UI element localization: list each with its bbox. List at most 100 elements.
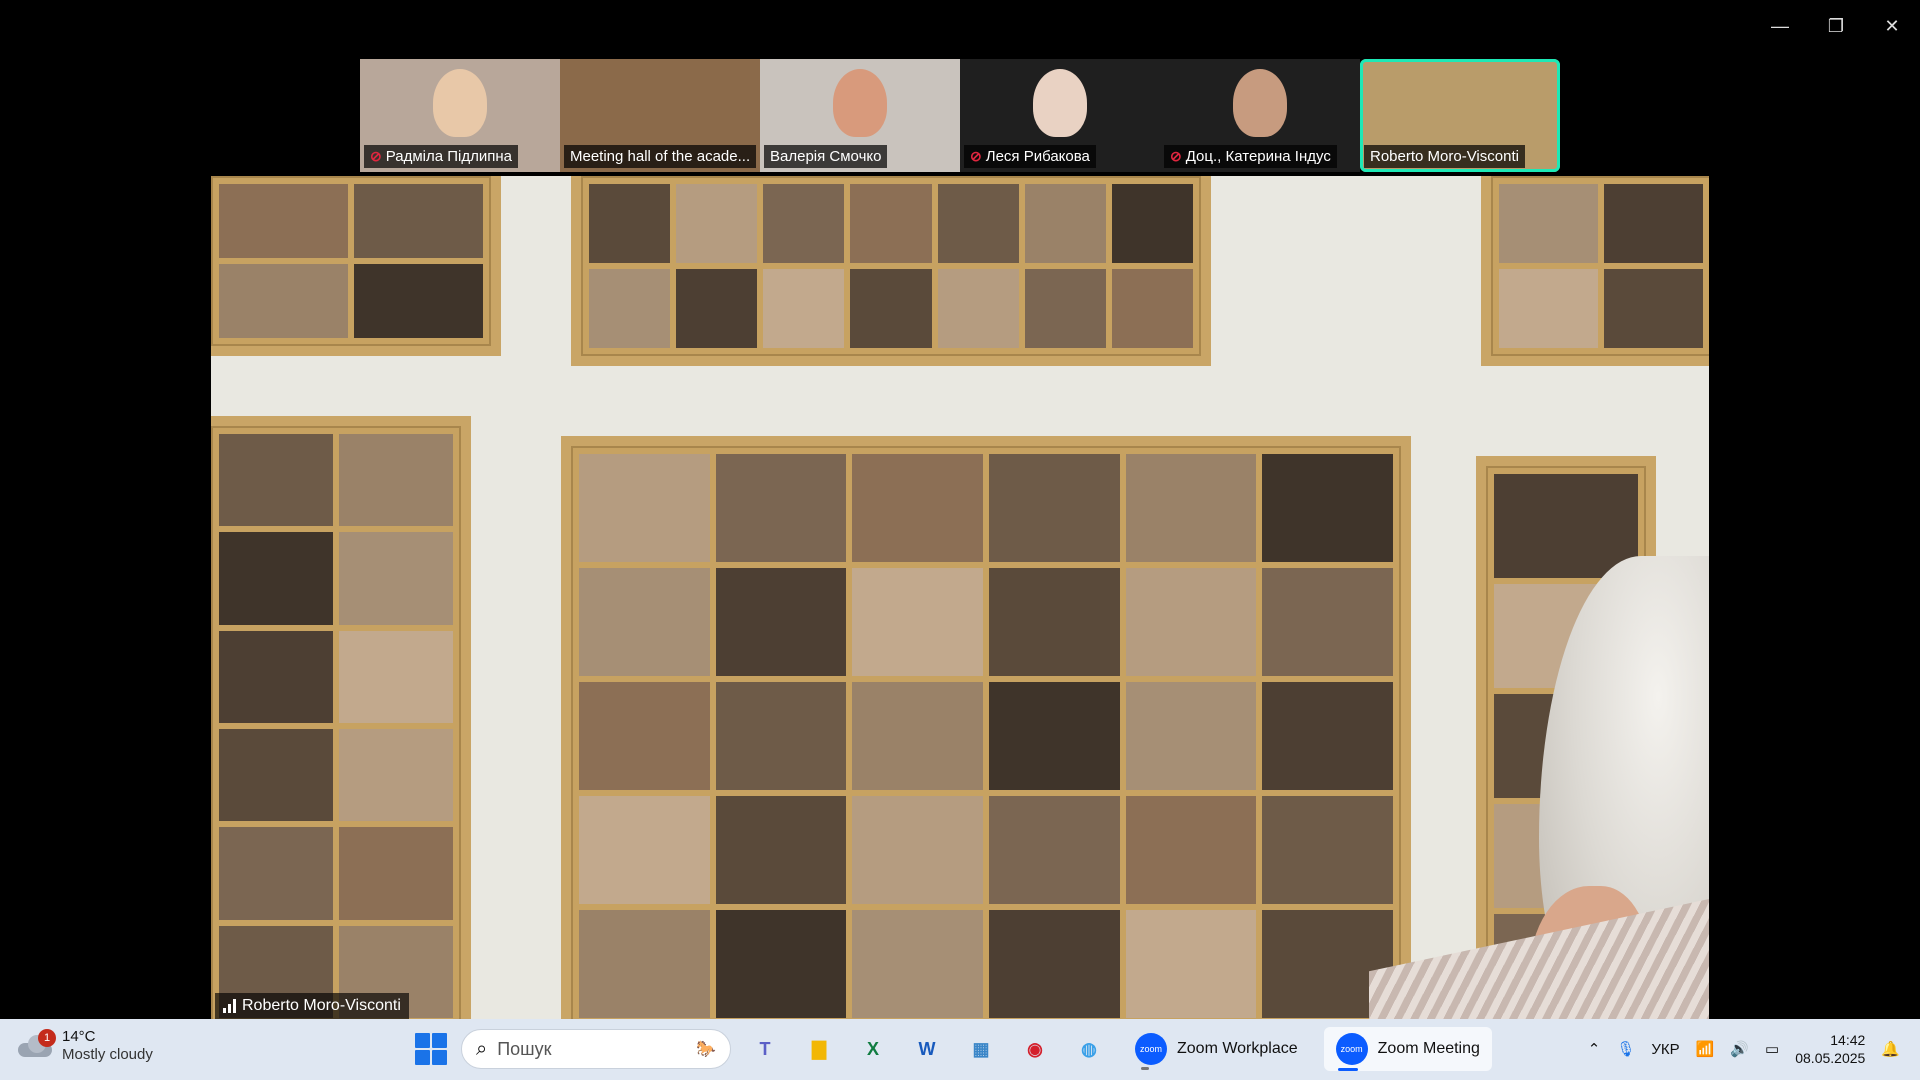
participant-tile[interactable]: ⊘ Радміла Підлипна (360, 59, 560, 172)
photo (852, 910, 983, 1018)
participant-tile[interactable]: Валерія Смочко (760, 59, 960, 172)
photo (579, 910, 710, 1018)
control-panel-icon[interactable]: ▦ (961, 1029, 1001, 1069)
photo (354, 184, 483, 258)
clock[interactable]: 14:42 08.05.2025 (1795, 1031, 1865, 1067)
photo (589, 184, 671, 263)
photo (937, 184, 1019, 263)
photo (219, 264, 348, 338)
photo (219, 532, 333, 625)
photo (989, 682, 1120, 790)
word-icon[interactable]: W (907, 1029, 947, 1069)
participant-tile[interactable]: ⊘ Доц., Катерина Індус (1160, 59, 1360, 172)
photo (579, 454, 710, 562)
volume-icon[interactable]: 🔊 (1730, 1040, 1749, 1058)
photo (579, 682, 710, 790)
participant-video (1033, 69, 1087, 137)
zoom-workplace-button[interactable]: zoom Zoom Workplace (1123, 1027, 1310, 1071)
close-button[interactable]: ✕ (1864, 0, 1920, 52)
photo (1125, 682, 1257, 790)
paint-icon[interactable]: ◍ (1069, 1029, 1109, 1069)
battery-icon[interactable]: ▭ (1765, 1040, 1779, 1058)
photo (1111, 184, 1193, 263)
photo (715, 568, 847, 676)
close-icon: ✕ (1884, 15, 1900, 36)
participant-name: Roberto Moro-Visconti (1370, 148, 1519, 165)
zoom-meeting-button[interactable]: zoom Zoom Meeting (1323, 1027, 1492, 1071)
photo (1125, 568, 1257, 676)
photo (989, 796, 1120, 904)
photo (852, 796, 983, 904)
participant-video (433, 69, 487, 137)
location-mic-icon[interactable]: 🎙 (1616, 1040, 1635, 1058)
wifi-icon[interactable]: 📶 (1696, 1040, 1715, 1058)
participant-tile[interactable]: Roberto Moro-Visconti (1360, 59, 1560, 172)
photo (715, 910, 847, 1018)
date: 08.05.2025 (1795, 1050, 1866, 1066)
photo (989, 568, 1120, 676)
start-button[interactable] (415, 1033, 447, 1065)
file-explorer-icon[interactable]: ▇ (799, 1029, 839, 1069)
restore-button[interactable]: ❐ (1808, 0, 1864, 52)
photo (676, 184, 758, 263)
photo (339, 729, 453, 822)
participant-name: Meeting hall of the acade... (570, 148, 751, 165)
participant-tile[interactable]: ⊘ Леся Рибакова (960, 59, 1160, 172)
photo (852, 568, 983, 676)
weather-temp: 14°C (62, 1028, 96, 1045)
search-icon: ⌕ (476, 1037, 488, 1060)
zoom-icon: zoom (1335, 1033, 1368, 1065)
photo (937, 269, 1019, 348)
signal-icon (223, 999, 236, 1013)
search-placeholder: Пошук (497, 1038, 552, 1059)
window-controls: — ❐ ✕ (1752, 0, 1920, 52)
minimize-button[interactable]: — (1752, 0, 1808, 52)
search-box[interactable]: ⌕ Пошук 🐎 (461, 1029, 731, 1069)
photo (1024, 269, 1106, 348)
photo (763, 269, 845, 348)
language-indicator[interactable]: УКР (1651, 1041, 1679, 1058)
photo (339, 630, 453, 723)
taskbar: 1 14°C Mostly cloudy ⌕ Пошук 🐎 T ▇ X W ▦ ◉ ◍ z… (0, 1019, 1920, 1080)
photo (354, 264, 483, 338)
photo (219, 630, 333, 723)
mic-muted-icon: ⊘ (370, 148, 382, 164)
photo (989, 910, 1120, 1018)
photo (219, 827, 333, 920)
acrobat-icon[interactable]: ◉ (1015, 1029, 1055, 1069)
photo (1604, 184, 1703, 263)
minimize-icon: — (1771, 15, 1789, 36)
participant-label: Meeting hall of the acade... (564, 145, 757, 168)
main-video[interactable]: Roberto Moro-Visconti (211, 176, 1709, 1019)
teams-icon[interactable]: T (745, 1029, 785, 1069)
speaker-name: Roberto Moro-Visconti (242, 997, 401, 1014)
participant-tile[interactable]: Meeting hall of the acade... (560, 59, 760, 172)
notification-badge: 1 (38, 1029, 56, 1047)
photo-frame (1481, 176, 1709, 366)
photo (715, 682, 847, 790)
excel-icon[interactable]: X (853, 1029, 893, 1069)
participant-label: Roberto Moro-Visconti (1364, 145, 1525, 168)
search-highlight-icon: 🐎 (696, 1041, 716, 1058)
photo (1262, 454, 1393, 562)
photo (1125, 454, 1257, 562)
notification-bell-icon[interactable]: 🔔 (1881, 1040, 1900, 1058)
system-tray: ⌃ 🎙 УКР 📶 🔊 ▭ 14:42 08.05.2025 🔔 (1588, 1027, 1900, 1071)
photo-frame (211, 416, 471, 1019)
pinned-apps: T ▇ X W ▦ ◉ ◍ (745, 1029, 1109, 1069)
photo-frame (571, 176, 1211, 366)
photo (579, 796, 710, 904)
zoom-meeting-label: Zoom Meeting (1377, 1040, 1480, 1057)
participant-label: ⊘ Радміла Підлипна (364, 145, 518, 168)
chevron-up-icon[interactable]: ⌃ (1588, 1040, 1601, 1058)
photo (219, 729, 333, 822)
restore-icon: ❐ (1827, 15, 1845, 36)
participant-name: Валерія Смочко (770, 148, 882, 165)
weather-widget[interactable]: 1 14°C Mostly cloudy (18, 1028, 153, 1064)
participant-label: ⊘ Доц., Катерина Індус (1164, 145, 1337, 168)
participant-video (1233, 69, 1287, 137)
photo (1494, 474, 1638, 578)
photo (1262, 682, 1393, 790)
photo (579, 568, 710, 676)
participant-name: Радміла Підлипна (385, 148, 512, 165)
